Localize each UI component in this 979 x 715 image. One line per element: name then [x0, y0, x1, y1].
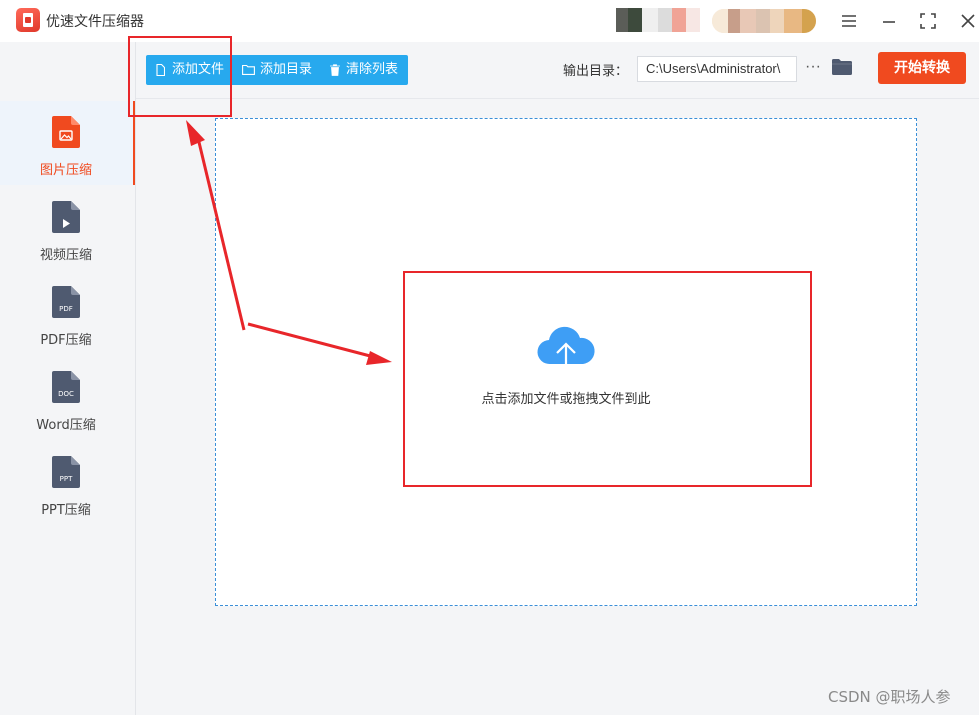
sidebar-item-label: PPT压缩	[41, 503, 91, 518]
annotation-box-add-file	[128, 36, 232, 117]
minimize-icon[interactable]	[874, 6, 904, 36]
ppt-file-icon: PPT	[52, 456, 80, 488]
sidebar-item-word-compress[interactable]: DOC Word压缩	[0, 356, 134, 440]
add-folder-label: 添加目录	[260, 62, 313, 77]
trash-icon	[330, 64, 340, 76]
open-folder-icon[interactable]	[831, 58, 853, 78]
close-icon[interactable]	[953, 6, 979, 36]
annotation-box-drop-zone	[403, 271, 812, 487]
toolbar: 添加文件 添加目录 清除列表 输出目录： C:\Users\Administra…	[136, 42, 979, 99]
more-options-button[interactable]: ···	[802, 56, 824, 82]
app-window: 优速文件压缩器 图片压缩 视频压缩 PDF PDF压缩 DOC Word压缩 P…	[0, 0, 979, 715]
doc-tag: DOC	[58, 390, 74, 398]
output-dir-label: 输出目录：	[563, 64, 629, 79]
video-file-icon	[52, 201, 80, 233]
sidebar-item-ppt-compress[interactable]: PPT PPT压缩	[0, 441, 134, 525]
app-logo-icon	[16, 8, 40, 32]
maximize-icon[interactable]	[913, 6, 943, 36]
sidebar-item-label: 图片压缩	[39, 163, 92, 178]
add-folder-button[interactable]: 添加目录	[242, 55, 322, 85]
pdf-tag: PDF	[59, 305, 73, 313]
menu-icon[interactable]	[834, 6, 864, 36]
sidebar: 图片压缩 视频压缩 PDF PDF压缩 DOC Word压缩 PPT PPT压缩	[0, 42, 136, 715]
sidebar-item-pdf-compress[interactable]: PDF PDF压缩	[0, 271, 134, 355]
output-path-field[interactable]: C:\Users\Administrator\	[637, 56, 797, 82]
user-avatar[interactable]	[616, 8, 700, 32]
sidebar-item-video-compress[interactable]: 视频压缩	[0, 186, 134, 270]
watermark-text: CSDN @职场人参	[828, 688, 951, 706]
sidebar-item-label: Word压缩	[36, 418, 96, 433]
word-file-icon: DOC	[52, 371, 80, 403]
pdf-file-icon: PDF	[52, 286, 80, 318]
sidebar-item-label: PDF压缩	[40, 333, 92, 348]
image-file-icon	[52, 116, 80, 148]
clear-list-button[interactable]: 清除列表	[330, 55, 406, 85]
start-convert-button[interactable]: 开始转换	[878, 52, 966, 84]
folder-icon	[242, 64, 255, 75]
sidebar-item-label: 视频压缩	[39, 248, 92, 263]
ppt-tag: PPT	[60, 475, 73, 483]
clear-list-label: 清除列表	[346, 62, 399, 77]
sidebar-item-image-compress[interactable]: 图片压缩	[0, 101, 135, 185]
user-name-badge[interactable]	[712, 9, 816, 33]
app-title: 优速文件压缩器	[46, 14, 144, 30]
